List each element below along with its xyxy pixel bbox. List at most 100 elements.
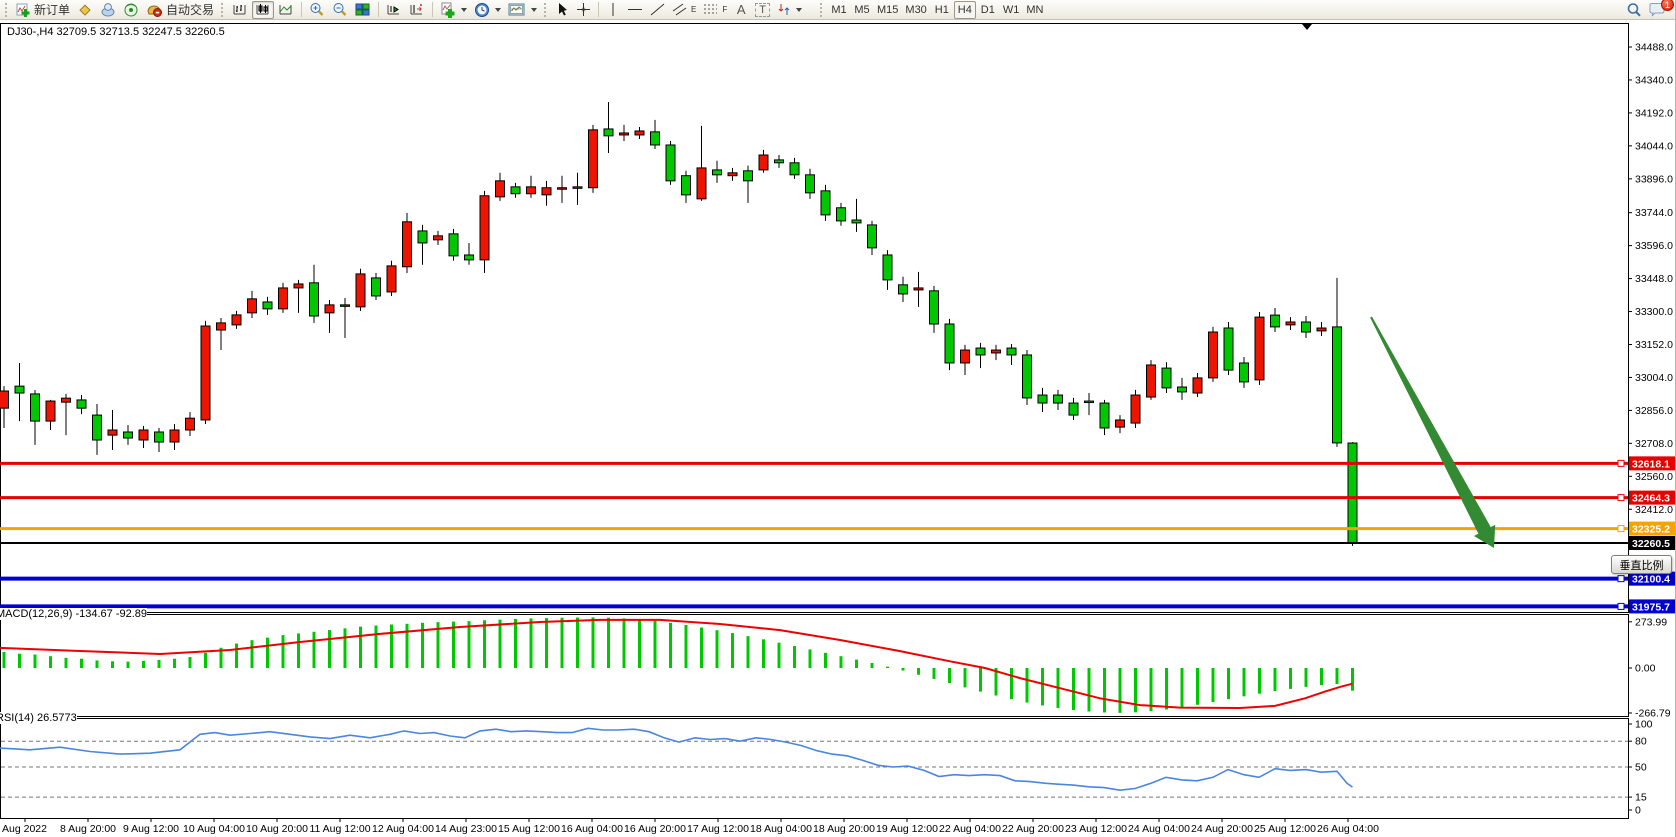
- search-button[interactable]: [1623, 1, 1645, 19]
- fibonacci-tool-button[interactable]: F: [700, 1, 730, 19]
- chart-title: DJ30-,H4 32709.5 32713.5 32247.5 32260.5: [7, 26, 225, 38]
- symbols-diamond-icon: [77, 2, 93, 17]
- timeframe-m5-button[interactable]: M5: [851, 1, 873, 19]
- candle-body: [945, 324, 954, 363]
- timeframe-d1-button[interactable]: D1: [977, 1, 999, 19]
- candle-body: [527, 187, 536, 194]
- periods-button[interactable]: [471, 1, 504, 19]
- autotrading-icon: [146, 2, 163, 17]
- hline-handle: [1618, 526, 1624, 532]
- candle-body: [1255, 317, 1264, 380]
- candle-body: [434, 236, 443, 240]
- candle-body: [759, 155, 768, 170]
- candle-body: [15, 386, 24, 393]
- symbols-button[interactable]: [74, 1, 96, 19]
- bar-chart-button[interactable]: [229, 1, 251, 19]
- candle-body: [341, 305, 350, 307]
- time-tick-label: 24 Aug 04:00: [1128, 823, 1190, 835]
- timeframe-m15-button[interactable]: M15: [874, 1, 901, 19]
- rsi-tick-label: 100: [1635, 719, 1653, 731]
- fibonacci-sub-label: F: [722, 5, 727, 14]
- horizontal-line-tool-button[interactable]: [624, 1, 646, 19]
- candle-body: [1240, 363, 1249, 382]
- macd-tick-label: 273.99: [1635, 616, 1667, 628]
- notifications-button[interactable]: 1: [1645, 1, 1669, 19]
- arrows-tool-button[interactable]: [774, 1, 805, 19]
- zoom-out-button[interactable]: [329, 1, 351, 19]
- candle-body: [620, 133, 629, 135]
- rsi-indicator-label: RSI(14) 26.5773: [0, 712, 77, 724]
- time-tick-label: 16 Aug 04:00: [561, 823, 623, 835]
- price-tag-label: 32325.2: [1632, 524, 1670, 536]
- vertical-line-icon: [607, 2, 619, 17]
- auto-scroll-button[interactable]: [383, 1, 405, 19]
- chart-shift-button[interactable]: [406, 1, 428, 19]
- hline-handle: [1618, 576, 1624, 582]
- candle-chart-icon: [255, 2, 271, 17]
- tile-windows-button[interactable]: [352, 1, 374, 19]
- channel-tool-button[interactable]: E: [669, 1, 699, 19]
- candle-body: [465, 255, 474, 260]
- templates-button[interactable]: [505, 1, 540, 19]
- zoom-in-button[interactable]: [306, 1, 328, 19]
- autotrading-button[interactable]: 自动交易: [143, 1, 217, 19]
- cursor-button[interactable]: [552, 1, 572, 19]
- candle-body: [713, 170, 722, 175]
- candle-body: [806, 175, 815, 193]
- time-tick-label: 22 Aug 20:00: [1002, 823, 1064, 835]
- candle-body: [573, 187, 582, 189]
- candle-body: [604, 129, 613, 136]
- price-tick-label: 33596.0: [1635, 240, 1673, 252]
- candle-body: [1286, 322, 1295, 325]
- vertical-line-tool-button[interactable]: [603, 1, 623, 19]
- new-order-button[interactable]: 新订单: [13, 1, 73, 19]
- macd-pane: [1, 615, 1629, 717]
- auto-scroll-icon: [386, 2, 402, 17]
- toolbar-grip[interactable]: [221, 3, 225, 17]
- candle-body: [418, 231, 427, 243]
- trading-app-window: 新订单 自动交易: [0, 0, 1676, 837]
- candle-body: [961, 350, 970, 363]
- trendline-tool-button[interactable]: [647, 1, 668, 19]
- timeframe-mn-button[interactable]: MN: [1023, 1, 1046, 19]
- timeframe-w1-button[interactable]: W1: [1000, 1, 1023, 19]
- candle-body: [697, 168, 706, 199]
- label-tool-button[interactable]: T: [752, 1, 773, 19]
- timeframe-m1-button[interactable]: M1: [828, 1, 850, 19]
- profiles-button[interactable]: [97, 1, 119, 19]
- text-tool-button[interactable]: A: [731, 1, 751, 19]
- timeframe-h1-button[interactable]: H1: [931, 1, 953, 19]
- toolbar-grip[interactable]: [820, 3, 824, 17]
- candle-body: [248, 299, 257, 313]
- timeframe-h4-button[interactable]: H4: [954, 1, 976, 19]
- candle-body: [1224, 328, 1233, 370]
- line-chart-button[interactable]: [275, 1, 297, 19]
- candle-body: [883, 255, 892, 280]
- indicators-button[interactable]: [437, 1, 470, 19]
- timeframe-m30-button[interactable]: M30: [902, 1, 929, 19]
- autotrading-label: 自动交易: [166, 1, 214, 18]
- signals-icon: [123, 2, 139, 17]
- toolbar-grip[interactable]: [5, 3, 9, 17]
- chart-canvas[interactable]: 34488.034340.034192.034044.033896.033744…: [0, 0, 1676, 837]
- main-pane: [1, 24, 1629, 613]
- candle-body: [201, 326, 210, 420]
- candle-body: [232, 315, 241, 325]
- text-tool-label: A: [737, 2, 746, 17]
- candle-body: [1317, 328, 1326, 331]
- candle-body: [62, 398, 71, 402]
- zoom-out-icon: [332, 2, 348, 17]
- signals-button[interactable]: [120, 1, 142, 19]
- price-tick-label: 33744.0: [1635, 207, 1673, 219]
- new-order-icon: [16, 3, 31, 17]
- candle-body: [1023, 355, 1032, 398]
- candle-body: [1271, 315, 1280, 327]
- toolbar-grip[interactable]: [544, 3, 548, 17]
- candle-body: [93, 415, 102, 440]
- price-tick-label: 33448.0: [1635, 273, 1673, 285]
- candle-chart-button[interactable]: [252, 1, 274, 19]
- crosshair-button[interactable]: [573, 1, 594, 19]
- candle-body: [46, 401, 55, 421]
- candle-body: [124, 432, 133, 438]
- periods-caret-icon: [495, 8, 501, 12]
